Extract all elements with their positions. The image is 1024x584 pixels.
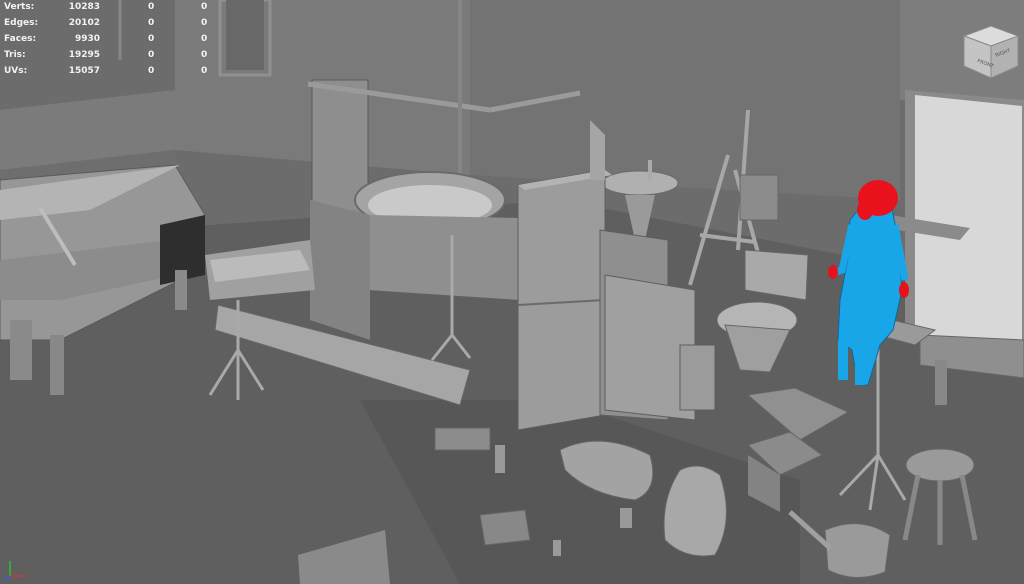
hud-row-verts: Verts: 10283 0 0 <box>0 0 220 16</box>
hud-row-tris: Tris: 19295 0 0 <box>0 48 220 64</box>
hud-components: 0 <box>201 18 208 28</box>
axis-gizmo-icon <box>3 561 24 582</box>
hud-total: 19295 <box>68 50 100 60</box>
hud-row-uvs: UVs: 15057 0 0 <box>0 64 220 80</box>
view-cube-icon[interactable]: FRONT RIGHT <box>962 24 1020 80</box>
hud-selected: 0 <box>148 2 155 12</box>
hud-total: 10283 <box>68 2 100 12</box>
hud-selected: 0 <box>148 18 155 28</box>
hud-total: 15057 <box>68 66 100 76</box>
hud-selected: 0 <box>148 66 155 76</box>
hud-total: 9930 <box>74 34 100 44</box>
hud-components: 0 <box>201 2 208 12</box>
hud-selected: 0 <box>148 50 155 60</box>
hud-label: Faces: <box>4 34 37 44</box>
hud-total: 20102 <box>68 18 100 28</box>
hud-row-edges: Edges: 20102 0 0 <box>0 16 220 32</box>
3d-viewport[interactable]: Verts: 10283 0 0 Edges: 20102 0 0 Faces:… <box>0 0 1024 584</box>
hud-components: 0 <box>201 66 208 76</box>
hud-selected: 0 <box>148 34 155 44</box>
hud-label: Tris: <box>4 50 26 60</box>
hud-components: 0 <box>201 50 208 60</box>
hud-components: 0 <box>201 34 208 44</box>
hud-row-faces: Faces: 9930 0 0 <box>0 32 220 48</box>
hud-label: Verts: <box>4 2 35 12</box>
scene-geometry[interactable] <box>0 0 1024 584</box>
hud-label: Edges: <box>4 18 39 28</box>
hud-label: UVs: <box>4 66 28 76</box>
